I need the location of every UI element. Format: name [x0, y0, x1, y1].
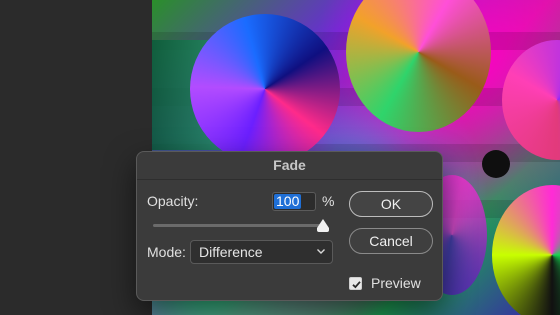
- opacity-value[interactable]: 100: [274, 194, 302, 209]
- chevron-down-icon: [317, 249, 325, 254]
- mode-select[interactable]: Difference: [190, 240, 333, 264]
- fade-dialog: Fade Opacity: 100 % Mode: Difference OK …: [136, 151, 443, 301]
- canvas-dot: [482, 150, 510, 178]
- opacity-slider-track[interactable]: [153, 224, 325, 227]
- cancel-button[interactable]: Cancel: [349, 228, 433, 254]
- mode-value: Difference: [199, 244, 263, 260]
- canvas-circle: [502, 40, 560, 160]
- opacity-field[interactable]: 100: [272, 192, 316, 211]
- preview-label: Preview: [371, 275, 421, 291]
- canvas-circle: [346, 0, 491, 132]
- mode-label: Mode:: [147, 244, 186, 260]
- opacity-label: Opacity:: [147, 193, 199, 209]
- canvas-circle: [190, 14, 340, 164]
- preview-checkbox[interactable]: [349, 277, 362, 290]
- percent-label: %: [322, 193, 335, 209]
- dialog-title: Fade: [137, 152, 442, 180]
- checkmark-icon: [352, 281, 361, 289]
- ok-button[interactable]: OK: [349, 191, 433, 217]
- opacity-slider-handle[interactable]: [317, 219, 329, 232]
- left-panel: [0, 0, 152, 315]
